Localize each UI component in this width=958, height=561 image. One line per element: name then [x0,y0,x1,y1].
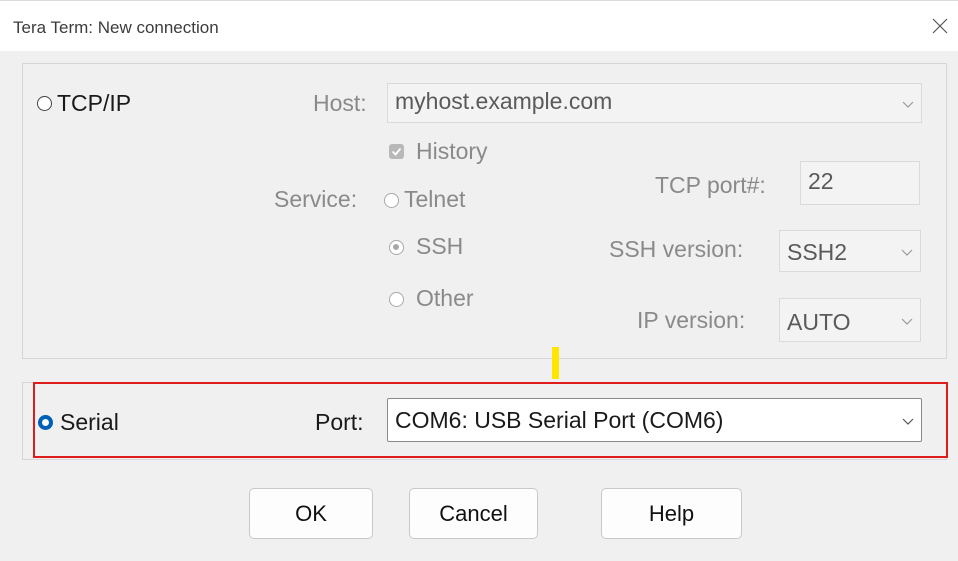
check-icon [391,147,402,156]
host-value: myhost.example.com [395,88,613,114]
ssh-version-value: SSH2 [787,239,848,265]
host-combobox[interactable]: myhost.example.com [387,83,922,123]
other-radio[interactable] [389,292,404,307]
title-bar: Tera Term: New connection [0,0,958,51]
tcp-port-input[interactable]: 22 [800,161,920,205]
host-label: Host: [313,90,367,116]
ssh-version-select[interactable]: SSH2 [779,230,921,272]
telnet-radio[interactable] [384,193,399,208]
tcp-port-label: TCP port#: [655,172,766,198]
tcpip-radio[interactable] [37,96,52,111]
close-icon [932,18,948,34]
telnet-label: Telnet [404,186,466,212]
ssh-version-label: SSH version: [609,236,744,262]
help-button[interactable]: Help [601,488,742,539]
highlight-box [33,382,948,458]
tcpip-label: TCP/IP [57,90,132,116]
ok-button[interactable]: OK [249,488,373,539]
tcp-port-value: 22 [808,168,834,194]
ssh-label: SSH [416,233,464,259]
ip-version-value: AUTO [787,309,851,335]
history-checkbox[interactable] [389,144,404,159]
history-label: History [416,138,488,164]
ssh-radio[interactable] [389,240,404,255]
chevron-down-icon [902,101,914,108]
ip-version-label: IP version: [637,307,746,333]
annotation-marker [552,347,559,379]
cancel-button[interactable]: Cancel [409,488,538,539]
service-label: Service: [274,186,358,212]
chevron-down-icon [901,318,913,325]
chevron-down-icon [901,249,913,256]
other-label: Other [416,285,474,311]
close-button[interactable] [928,14,952,38]
ip-version-select[interactable]: AUTO [779,298,921,342]
window-title: Tera Term: New connection [13,18,219,37]
